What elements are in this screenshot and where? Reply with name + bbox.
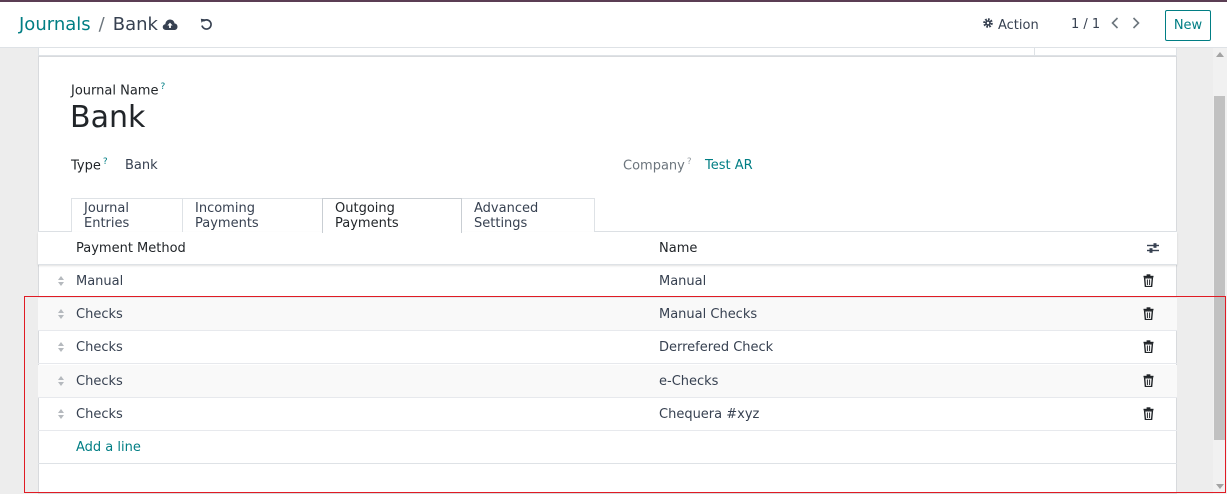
tab-journal-entries[interactable]: Journal Entries — [71, 198, 183, 232]
breadcrumb-separator: / — [98, 14, 105, 35]
tab-outgoing-payments[interactable]: Outgoing Payments — [322, 198, 462, 233]
action-label: Action — [998, 17, 1039, 33]
type-label: Type? — [71, 157, 108, 174]
table-row[interactable]: Manual Manual — [38, 265, 1177, 298]
journal-name-field[interactable]: Bank — [70, 100, 145, 135]
name-cell[interactable]: Manual — [659, 274, 706, 289]
pager-next-icon[interactable] — [1131, 16, 1141, 34]
payment-method-cell[interactable]: Manual — [76, 274, 123, 289]
status-bar-strip — [38, 48, 1177, 56]
tab-incoming-payments[interactable]: Incoming Payments — [182, 198, 323, 232]
column-header-name[interactable]: Name — [659, 241, 697, 256]
company-field[interactable]: Test AR — [705, 158, 753, 173]
discard-undo-icon[interactable] — [196, 14, 216, 34]
control-panel: Journals / Bank Action 1 / 1 New — [0, 2, 1227, 48]
drag-handle-icon[interactable] — [57, 275, 65, 291]
breadcrumb-journals-link[interactable]: Journals — [19, 14, 91, 35]
table-header: Payment Method Name — [38, 232, 1177, 265]
column-header-payment-method[interactable]: Payment Method — [76, 241, 186, 256]
action-menu-button[interactable]: Action — [982, 17, 1039, 33]
pager-previous-icon[interactable] — [1110, 16, 1120, 34]
journal-name-label: Journal Name? — [71, 82, 166, 99]
trash-icon[interactable] — [1143, 274, 1154, 291]
help-tooltip-icon[interactable]: ? — [160, 82, 165, 92]
help-tooltip-icon[interactable]: ? — [687, 157, 692, 167]
gear-icon — [982, 17, 994, 33]
annotation-highlight-box — [24, 296, 1226, 493]
save-cloud-icon[interactable] — [160, 14, 180, 34]
breadcrumb: Journals / Bank — [19, 14, 158, 35]
new-button[interactable]: New — [1165, 10, 1211, 41]
help-tooltip-icon[interactable]: ? — [103, 157, 108, 167]
scroll-up-arrow[interactable] — [1216, 52, 1224, 57]
company-label: Company? — [623, 157, 692, 174]
pager-value[interactable]: 1 / 1 — [1071, 17, 1100, 32]
column-settings-icon[interactable] — [1146, 241, 1160, 259]
type-field[interactable]: Bank — [125, 158, 158, 173]
breadcrumb-current: Bank — [112, 14, 158, 35]
tab-advanced-settings[interactable]: Advanced Settings — [461, 198, 595, 232]
status-bar-divider — [1034, 48, 1035, 55]
